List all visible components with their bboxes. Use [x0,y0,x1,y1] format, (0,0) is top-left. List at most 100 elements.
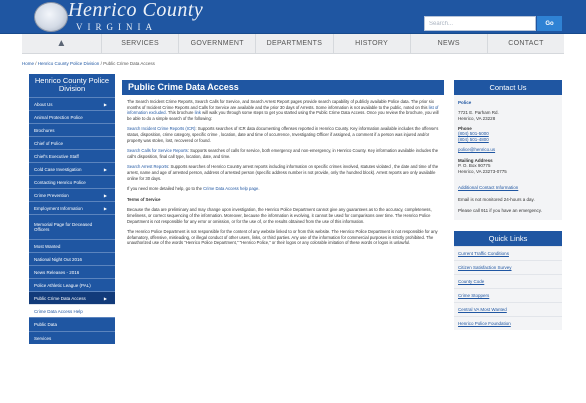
sidebar-item[interactable]: Most Wanted [29,239,115,252]
intro-paragraph: The Search Incident Crime Reports, Searc… [127,99,439,121]
quick-link[interactable]: Current Traffic Conditions [454,245,562,260]
sidebar-item[interactable]: News Releases - 2016 [29,265,115,278]
quick-link[interactable]: Central VA Most Wanted [454,301,562,316]
chevron-right-icon: ▶ [103,205,107,211]
sidebar-item-label: Chief's Executive Staff [34,153,79,159]
sidebar-item[interactable]: Public Crime Data Access ▶ [29,291,115,304]
sidebar-item-label: Most Wanted [34,243,61,249]
breadcrumb-division[interactable]: Henrico County Police Division [38,61,100,66]
logo-text[interactable]: Henrico County [68,0,203,22]
sidebar-item-label: Public Data [34,322,58,327]
terms-paragraph-1: Because the data are preliminary and may… [127,207,432,224]
main-nav: ▲ SERVICES GOVERNMENT DEPARTMENTS HISTOR… [22,34,564,54]
sidebar-item-label: Police Athletic League (PAL) [34,282,91,288]
email-link[interactable]: police@henrico.us [454,147,562,153]
sidebar-item-label: Cold Case Investigation [34,166,82,172]
nav-news[interactable]: NEWS [411,34,488,53]
sidebar-list: About Us ▶ Animal Protection Police Brochur… [29,97,115,344]
sidebar-item-label: Crime Data Access Help [34,308,83,314]
nav-services[interactable]: SERVICES [102,34,180,53]
help-end: . [258,186,260,192]
sidebar-item-label: Employment Information [34,205,83,211]
nav-contact[interactable]: CONTACT [488,34,564,53]
sidebar-item[interactable]: Chief's Executive Staff [29,149,115,162]
icr-paragraph: Search Incident Crime Reports (ICR): Sup… [127,126,439,143]
sidebar-item[interactable]: Cold Case Investigation ▶ [29,162,115,175]
nav-government[interactable]: GOVERNMENT [179,34,257,53]
sidebar-item-label: Contacting Henrico Police [34,179,86,185]
sidebar-item-label: News Releases - 2016 [34,269,80,275]
sidebar-item-label: Public Crime Data Access [34,295,86,301]
sidebar-item[interactable]: Public Data [29,317,115,331]
phone-link[interactable]: (804) 501-4800 [454,137,562,143]
search-input[interactable] [424,16,536,31]
help-page-link[interactable]: Crime Data Access help page [203,186,258,191]
terms-heading: Terms of Service [127,197,439,203]
sidebar-item-label: Brochures [34,127,55,133]
nav-history[interactable]: HISTORY [334,34,411,53]
sidebar-item[interactable]: Animal Protection Police [29,110,115,123]
sidebar-item-label: National Night Out 2016 [34,256,83,262]
sidebar-item-label: Chief of Police [34,140,64,146]
terms-heading-text: Terms of Service [127,196,161,202]
quick-link[interactable]: Crime Stoppers [454,287,562,302]
chevron-right-icon: ▶ [103,192,107,198]
search-go-button[interactable]: Go [537,16,562,31]
sidebar-item-label: About Us [34,101,53,107]
icr-link[interactable]: Search Incident Crime Reports (ICR) [127,126,195,131]
contact-address-line: Henrico, VA 23228 [458,115,496,121]
breadcrumb-home[interactable]: Home [22,61,34,66]
breadcrumb: Home / Henrico County Police Division / … [22,61,155,66]
emergency-note: Please call 911 if you have an emergency… [458,208,542,214]
quick-link[interactable]: Henrico Police Foundation [454,315,562,330]
sidebar-item[interactable]: National Night Out 2016 [29,252,115,265]
quick-link[interactable]: Citizen Satisfaction Survey [454,259,562,274]
sidebar-item[interactable]: Employment Information ▶ [29,201,115,214]
sidebar-item[interactable]: Crime Prevention ▶ [29,188,115,201]
site-header: Henrico County VIRGINIA Go [0,0,586,34]
sidebar-item[interactable]: About Us ▶ [29,97,115,110]
sidebar-item-label: Crime Prevention [34,192,69,198]
mailing-address-line: Henrico, VA 23273-0775 [458,168,507,174]
cfs-link[interactable]: Search Calls for Service Reports [127,148,188,153]
chevron-right-icon: ▶ [103,101,107,107]
sidebar-item[interactable]: Memorial Page for Deceased Officers [29,214,115,239]
sidebar-item[interactable]: Police Athletic League (PAL) [29,278,115,291]
help-text: If you need more detailed help, go to th… [127,186,204,192]
additional-contact-link[interactable]: Additional Contact Information [454,185,562,191]
cfs-paragraph: Search Calls for Service Reports: Suppor… [127,148,439,159]
quick-link[interactable]: County Code [454,273,562,288]
email-note: Email is not monitored 24-hours a day. [458,196,535,202]
chevron-right-icon: ▶ [103,295,107,301]
sidebar-item-label: Services [34,335,52,341]
sidebar-item-label: Memorial Page for Deceased Officers [34,222,93,232]
arrest-text: : Supports searches of Henrico Country a… [127,164,439,181]
nav-departments[interactable]: DEPARTMENTS [256,34,334,53]
county-seal-logo[interactable] [34,2,68,32]
help-paragraph: If you need more detailed help, go to th… [127,186,439,192]
quick-links-title: Quick Links [454,230,562,246]
logo-subtext: VIRGINIA [76,22,157,32]
terms-paragraph-2: The Henrico Police Department is not res… [127,229,438,246]
sidebar-item[interactable]: Crime Data Access Help [29,304,115,317]
sidebar-item-label: Animal Protection Police [34,114,83,120]
main-content: Public Crime Data Access The Search Inci… [122,80,444,246]
arrest-paragraph: Search Arrest Reports: Supports searches… [127,164,439,181]
home-icon[interactable]: ▲ [22,34,102,53]
arrest-link[interactable]: Search Arrest Reports [127,164,168,169]
breadcrumb-current: Public Crime Data Access [103,61,155,66]
intro-text: . This brochure [165,110,195,116]
page-title: Public Crime Data Access [122,80,444,95]
contact-title: Contact Us [454,80,562,95]
sidebar-item[interactable]: Services [29,331,115,344]
sidebar-title: Henrico County Police Division [29,74,115,97]
sidebar-item[interactable]: Contacting Henrico Police [29,175,115,188]
sidebar-item[interactable]: Brochures [29,123,115,136]
intro-text: The Search Incident Crime Reports, Searc… [127,99,434,110]
sidebar-item[interactable]: Chief of Police [29,136,115,149]
quick-links-box: Quick Links Current Traffic Conditions Ci… [454,230,562,330]
sidebar: Henrico County Police Division About Us ▶… [29,74,115,344]
contact-box: Contact Us Police 7721 E. Parham Rd. Hen… [454,80,562,220]
right-column: Contact Us Police 7721 E. Parham Rd. Hen… [454,80,562,330]
chevron-right-icon: ▶ [103,166,107,172]
